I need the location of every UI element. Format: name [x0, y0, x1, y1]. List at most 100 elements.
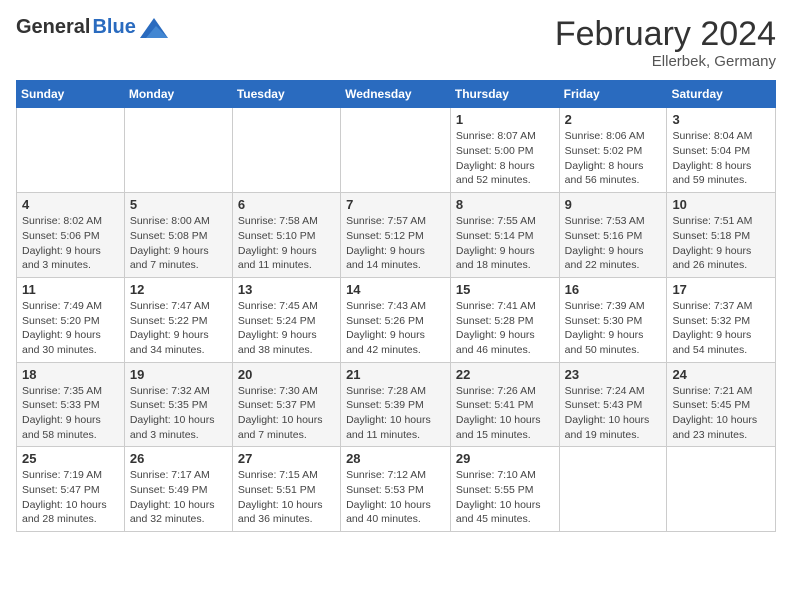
day-number: 5 [130, 197, 227, 212]
calendar-cell: 8 Sunrise: 7:55 AMSunset: 5:14 PMDaylight… [450, 193, 559, 278]
weekday-header-monday: Monday [124, 81, 232, 108]
day-number: 10 [672, 197, 770, 212]
day-number: 27 [238, 451, 335, 466]
calendar-cell: 16 Sunrise: 7:39 AMSunset: 5:30 PMDayligh… [559, 277, 667, 362]
calendar-week-row: 1 Sunrise: 8:07 AMSunset: 5:00 PMDaylight… [17, 108, 776, 193]
calendar-cell: 20 Sunrise: 7:30 AMSunset: 5:37 PMDayligh… [232, 362, 340, 447]
day-number: 24 [672, 367, 770, 382]
day-number: 11 [22, 282, 119, 297]
day-number: 26 [130, 451, 227, 466]
day-info: Sunrise: 8:06 AMSunset: 5:02 PMDaylight:… [565, 129, 662, 188]
day-number: 28 [346, 451, 445, 466]
calendar-cell: 27 Sunrise: 7:15 AMSunset: 5:51 PMDayligh… [232, 447, 340, 532]
title-area: February 2024 Ellerbek, Germany [555, 16, 776, 70]
day-number: 3 [672, 112, 770, 127]
day-number: 20 [238, 367, 335, 382]
calendar-cell [341, 108, 451, 193]
day-number: 1 [456, 112, 554, 127]
day-number: 29 [456, 451, 554, 466]
day-info: Sunrise: 7:37 AMSunset: 5:32 PMDaylight:… [672, 299, 770, 358]
weekday-header-thursday: Thursday [450, 81, 559, 108]
day-number: 19 [130, 367, 227, 382]
day-info: Sunrise: 8:07 AMSunset: 5:00 PMDaylight:… [456, 129, 554, 188]
day-number: 2 [565, 112, 662, 127]
day-info: Sunrise: 7:26 AMSunset: 5:41 PMDaylight:… [456, 384, 554, 443]
weekday-header-friday: Friday [559, 81, 667, 108]
calendar-cell: 9 Sunrise: 7:53 AMSunset: 5:16 PMDaylight… [559, 193, 667, 278]
calendar-week-row: 11Sunrise: 7:49 AMSunset: 5:20 PMDayligh… [17, 277, 776, 362]
calendar-cell: 25 Sunrise: 7:19 AMSunset: 5:47 PMDayligh… [17, 447, 125, 532]
calendar-cell: 12 Sunrise: 7:47 AMSunset: 5:22 PMDayligh… [124, 277, 232, 362]
calendar-cell: 17 Sunrise: 7:37 AMSunset: 5:32 PMDayligh… [667, 277, 776, 362]
weekday-header-wednesday: Wednesday [341, 81, 451, 108]
day-info: Sunrise: 7:45 AMSunset: 5:24 PMDaylight:… [238, 299, 335, 358]
calendar-cell: 4Sunrise: 8:02 AMSunset: 5:06 PMDaylight… [17, 193, 125, 278]
calendar-cell: 14 Sunrise: 7:43 AMSunset: 5:26 PMDayligh… [341, 277, 451, 362]
calendar-cell: 13 Sunrise: 7:45 AMSunset: 5:24 PMDayligh… [232, 277, 340, 362]
calendar-cell: 29 Sunrise: 7:10 AMSunset: 5:55 PMDayligh… [450, 447, 559, 532]
day-info: Sunrise: 7:19 AMSunset: 5:47 PMDaylight:… [22, 468, 119, 527]
location-subtitle: Ellerbek, Germany [555, 53, 776, 70]
logo-general-text: General [16, 16, 90, 39]
day-info: Sunrise: 7:21 AMSunset: 5:45 PMDaylight:… [672, 384, 770, 443]
day-info: Sunrise: 7:47 AMSunset: 5:22 PMDaylight:… [130, 299, 227, 358]
day-info: Sunrise: 7:43 AMSunset: 5:26 PMDaylight:… [346, 299, 445, 358]
calendar-cell: 19Sunrise: 7:32 AMSunset: 5:35 PMDayligh… [124, 362, 232, 447]
calendar-cell [559, 447, 667, 532]
calendar-cell: 24 Sunrise: 7:21 AMSunset: 5:45 PMDayligh… [667, 362, 776, 447]
day-number: 25 [22, 451, 119, 466]
day-number: 15 [456, 282, 554, 297]
day-number: 12 [130, 282, 227, 297]
day-info: Sunrise: 7:30 AMSunset: 5:37 PMDaylight:… [238, 384, 335, 443]
calendar-week-row: 18Sunrise: 7:35 AMSunset: 5:33 PMDayligh… [17, 362, 776, 447]
calendar-cell: 22 Sunrise: 7:26 AMSunset: 5:41 PMDayligh… [450, 362, 559, 447]
calendar-cell: 7Sunrise: 7:57 AMSunset: 5:12 PMDaylight… [341, 193, 451, 278]
day-info: Sunrise: 7:55 AMSunset: 5:14 PMDaylight:… [456, 214, 554, 273]
calendar-cell [232, 108, 340, 193]
day-info: Sunrise: 7:15 AMSunset: 5:51 PMDaylight:… [238, 468, 335, 527]
day-number: 21 [346, 367, 445, 382]
day-info: Sunrise: 7:10 AMSunset: 5:55 PMDaylight:… [456, 468, 554, 527]
calendar-week-row: 25 Sunrise: 7:19 AMSunset: 5:47 PMDayligh… [17, 447, 776, 532]
calendar-cell [124, 108, 232, 193]
day-number: 18 [22, 367, 119, 382]
day-info: Sunrise: 7:12 AMSunset: 5:53 PMDaylight:… [346, 468, 445, 527]
day-number: 7 [346, 197, 445, 212]
calendar-cell [667, 447, 776, 532]
weekday-header-row: SundayMondayTuesdayWednesdayThursdayFrid… [17, 81, 776, 108]
day-info: Sunrise: 7:39 AMSunset: 5:30 PMDaylight:… [565, 299, 662, 358]
day-number: 17 [672, 282, 770, 297]
day-number: 22 [456, 367, 554, 382]
day-number: 8 [456, 197, 554, 212]
calendar-cell: 11Sunrise: 7:49 AMSunset: 5:20 PMDayligh… [17, 277, 125, 362]
day-info: Sunrise: 8:04 AMSunset: 5:04 PMDaylight:… [672, 129, 770, 188]
day-number: 4 [22, 197, 119, 212]
calendar-cell: 21 Sunrise: 7:28 AMSunset: 5:39 PMDayligh… [341, 362, 451, 447]
weekday-header-sunday: Sunday [17, 81, 125, 108]
calendar-cell: 10 Sunrise: 7:51 AMSunset: 5:18 PMDayligh… [667, 193, 776, 278]
calendar-cell: 3 Sunrise: 8:04 AMSunset: 5:04 PMDaylight… [667, 108, 776, 193]
day-number: 13 [238, 282, 335, 297]
day-info: Sunrise: 7:53 AMSunset: 5:16 PMDaylight:… [565, 214, 662, 273]
calendar-cell: 18Sunrise: 7:35 AMSunset: 5:33 PMDayligh… [17, 362, 125, 447]
logo-icon [140, 18, 168, 38]
weekday-header-saturday: Saturday [667, 81, 776, 108]
day-number: 9 [565, 197, 662, 212]
day-info: Sunrise: 7:24 AMSunset: 5:43 PMDaylight:… [565, 384, 662, 443]
day-number: 6 [238, 197, 335, 212]
day-number: 14 [346, 282, 445, 297]
day-number: 16 [565, 282, 662, 297]
day-info: Sunrise: 7:28 AMSunset: 5:39 PMDaylight:… [346, 384, 445, 443]
calendar-cell [17, 108, 125, 193]
day-number: 23 [565, 367, 662, 382]
calendar-table: SundayMondayTuesdayWednesdayThursdayFrid… [16, 80, 776, 532]
calendar-cell: 15Sunrise: 7:41 AMSunset: 5:28 PMDayligh… [450, 277, 559, 362]
day-info: Sunrise: 7:17 AMSunset: 5:49 PMDaylight:… [130, 468, 227, 527]
day-info: Sunrise: 7:51 AMSunset: 5:18 PMDaylight:… [672, 214, 770, 273]
logo-blue-text: Blue [92, 16, 135, 39]
weekday-header-tuesday: Tuesday [232, 81, 340, 108]
calendar-week-row: 4Sunrise: 8:02 AMSunset: 5:06 PMDaylight… [17, 193, 776, 278]
calendar-cell: 5Sunrise: 8:00 AMSunset: 5:08 PMDaylight… [124, 193, 232, 278]
day-info: Sunrise: 7:58 AMSunset: 5:10 PMDaylight:… [238, 214, 335, 273]
calendar-cell: 26 Sunrise: 7:17 AMSunset: 5:49 PMDayligh… [124, 447, 232, 532]
